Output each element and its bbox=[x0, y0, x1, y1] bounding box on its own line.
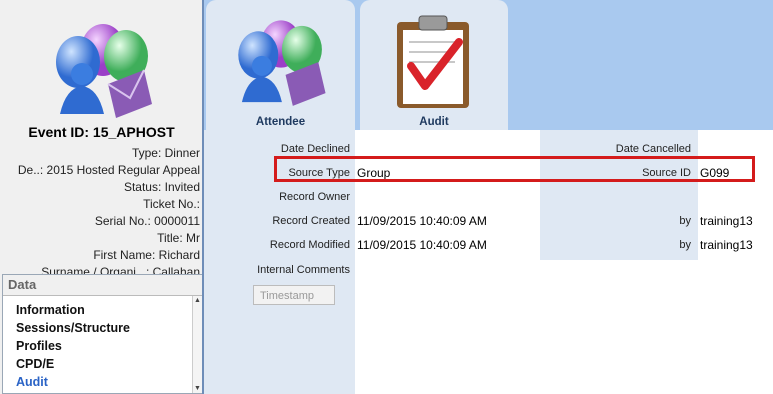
record-modified-field[interactable]: 11/09/2015 10:40:09 AM bbox=[355, 237, 540, 254]
date-declined-label: Date Declined bbox=[280, 143, 350, 155]
data-item-sessions-structure[interactable]: Sessions/Structure bbox=[16, 319, 130, 337]
main-panel: Attendee Audit Date Declined Date Cancel… bbox=[204, 0, 773, 394]
attendee-balloons-icon bbox=[56, 24, 152, 118]
tab-audit[interactable]: Audit bbox=[360, 0, 508, 130]
data-section: Data Information Sessions/Structure Prof… bbox=[2, 274, 203, 394]
info-serial-no: Serial No.: 0000011 bbox=[94, 214, 200, 228]
record-owner-label: Record Owner bbox=[279, 191, 350, 203]
record-owner-field[interactable] bbox=[355, 189, 540, 206]
audit-form: Date Declined Date Cancelled Source Type… bbox=[204, 130, 773, 394]
tab-attendee[interactable]: Attendee bbox=[206, 0, 355, 130]
data-item-cpd-e[interactable]: CPD/E bbox=[16, 355, 130, 373]
tab-attendee-label: Attendee bbox=[255, 116, 306, 128]
left-panel: Event ID: 15_APHOST Type: Dinner De..: 2… bbox=[0, 0, 203, 394]
record-modified-by-field[interactable]: training13 bbox=[698, 237, 773, 254]
timestamp-button[interactable]: Timestamp bbox=[253, 285, 335, 305]
record-modified-label: Record Modified bbox=[269, 239, 350, 251]
internal-comments-field[interactable] bbox=[355, 261, 773, 392]
source-highlight-box bbox=[274, 156, 755, 182]
data-item-information[interactable]: Information bbox=[16, 301, 130, 319]
data-item-profiles[interactable]: Profiles bbox=[16, 337, 130, 355]
record-created-by-label: by bbox=[679, 215, 691, 227]
date-cancelled-label: Date Cancelled bbox=[615, 143, 691, 155]
info-title: Title: Mr bbox=[157, 231, 200, 245]
info-description: De..: 2015 Hosted Regular Appeal bbox=[17, 163, 200, 177]
tab-bar: Attendee Audit bbox=[204, 0, 773, 130]
info-type: Type: Dinner bbox=[131, 146, 200, 160]
data-section-header: Data bbox=[3, 275, 202, 296]
clipboard-check-icon bbox=[397, 15, 469, 108]
record-created-field[interactable]: 11/09/2015 10:40:09 AM bbox=[355, 213, 540, 230]
event-id: Event ID: 15_APHOST bbox=[28, 124, 175, 140]
data-list-scrollbar[interactable]: ▲ ▼ bbox=[192, 296, 202, 393]
scroll-up-icon[interactable]: ▲ bbox=[193, 296, 202, 305]
info-status: Status: Invited bbox=[123, 180, 200, 194]
tab-audit-label: Audit bbox=[419, 116, 449, 128]
data-item-audit[interactable]: Audit bbox=[16, 373, 130, 391]
data-list: Information Sessions/Structure Profiles … bbox=[16, 301, 130, 391]
attendee-balloons-icon bbox=[238, 20, 326, 106]
info-first-name: First Name: Richard bbox=[93, 248, 200, 262]
record-modified-by-label: by bbox=[679, 239, 691, 251]
record-created-label: Record Created bbox=[272, 215, 350, 227]
scroll-down-icon[interactable]: ▼ bbox=[193, 384, 202, 393]
internal-comments-label: Internal Comments bbox=[257, 264, 350, 276]
info-ticket-no: Ticket No.: bbox=[143, 197, 200, 211]
record-created-by-field[interactable]: training13 bbox=[698, 213, 773, 230]
